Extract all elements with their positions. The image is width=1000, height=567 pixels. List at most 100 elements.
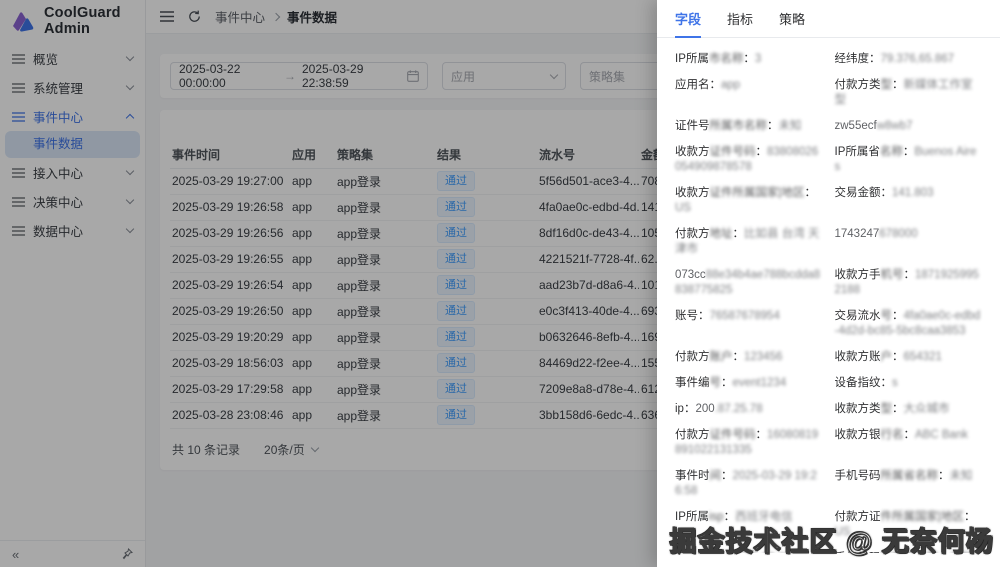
field-label-redacted: 账户 — [709, 351, 733, 363]
field-item: 付款方证件号码：16080819891022131335 — [675, 428, 823, 458]
field-value: 76587678954 — [710, 310, 780, 322]
field-value-redacted: 88e34b4ae788bcdda8838775825 — [675, 269, 821, 296]
field-label: 证件号所属市名称： — [675, 120, 779, 132]
field-label-redacted: 证件号码 — [709, 429, 756, 441]
field-label: 收款方类型： — [834, 403, 904, 415]
field-label: IP所属省名称： — [834, 146, 915, 158]
field-label-redacted: 号 — [880, 310, 893, 322]
field-item: 经纬度：79.376,65.867 — [835, 52, 983, 67]
field-value: zw55ecfw8wb7 — [834, 120, 913, 132]
field-item: 付款方账户：123456 — [675, 350, 823, 365]
tab-metrics[interactable]: 指标 — [727, 9, 753, 37]
field-item: 事件时间：2025-03-29 19:26:58 — [675, 469, 823, 499]
field-value-redacted: US — [675, 202, 691, 214]
field-label-redacted: 所属省名称 — [880, 470, 939, 482]
field-label-redacted: 间 — [709, 470, 722, 482]
field-label: 收款方证件所属国家|地区： — [675, 187, 816, 199]
field-value-redacted: ABC Bank — [915, 429, 969, 441]
field-value: US — [675, 202, 691, 214]
field-item: 收款方银行名：ABC Bank — [835, 428, 983, 458]
field-item: 收款方证件号码：83808026054909878578 — [675, 145, 823, 175]
field-label: IP所属市名称： — [675, 53, 755, 65]
field-value: 79.376,65.867 — [881, 53, 955, 65]
field-value-redacted: 141.803 — [892, 187, 934, 199]
field-label: 收款方证件号码： — [675, 146, 767, 158]
field-item: 付款方类型：新媒体工作室型 — [835, 78, 983, 108]
field-item: 设备指纹：s — [835, 376, 983, 391]
field-label: 经纬度： — [834, 53, 881, 65]
tab-policies[interactable]: 策略 — [779, 9, 805, 37]
tab-fields[interactable]: 字段 — [675, 9, 702, 38]
field-item: IP所属市名称：3 — [675, 52, 823, 67]
field-label: 付款方地址： — [675, 228, 744, 240]
field-label-redacted: 号 — [709, 377, 722, 389]
field-value: 大众城市 — [904, 403, 950, 415]
field-value-redacted: 大众城市 — [903, 403, 950, 415]
field-label-redacted: 型 — [880, 79, 893, 91]
field-label: ip： — [675, 403, 696, 415]
field-value: 3 — [755, 53, 761, 65]
field-label-redacted: 证件号码 — [709, 146, 756, 158]
field-item: 交易金额：141.803 — [835, 186, 983, 216]
field-item: 证件号所属市名称：未知 — [675, 119, 823, 134]
field-label: 收款方手机号： — [834, 269, 916, 281]
field-label: 手机号码所属省名称： — [834, 470, 950, 482]
field-value-redacted: 76587678954 — [709, 310, 780, 322]
field-value-redacted: app — [721, 79, 741, 91]
field-label-redacted: 市名称 — [708, 53, 744, 65]
field-item: 付款方地址：比如县 台湾 天津市 — [675, 227, 823, 257]
field-value: 073cc88e34b4ae788bcdda8838775825 — [675, 269, 821, 296]
field-label: 付款方证件号码： — [675, 429, 767, 441]
field-value: 未知 — [950, 470, 973, 482]
field-value-redacted: 123456 — [744, 351, 783, 363]
field-label-redacted: 所属市名称 — [709, 120, 768, 132]
field-value: 200.87.25.78 — [695, 403, 763, 415]
field-value-redacted: w8wb7 — [876, 120, 913, 132]
field-list: IP所属市名称：3 经纬度：79.376,65.867 应用名：app 付款方类型：新… — [657, 38, 1000, 553]
drawer-tabs: 字段 指标 策略 — [657, 0, 1000, 38]
field-label: 收款方银行名： — [834, 429, 916, 441]
field-label: 事件时间： — [675, 470, 733, 482]
field-item: 1743247678000 — [835, 227, 983, 257]
field-label: 交易金额： — [834, 187, 893, 199]
field-value: ABC Bank — [915, 429, 968, 441]
field-value: app — [721, 79, 740, 91]
field-label-redacted: 户 — [880, 351, 893, 363]
field-label-redacted: 型 — [880, 403, 893, 415]
field-value-redacted: 未知 — [778, 120, 802, 132]
field-item: 手机号码所属省名称：未知 — [835, 469, 983, 499]
field-label-redacted: 名称 — [879, 146, 903, 158]
field-item: 事件编号：event1234 — [675, 376, 823, 391]
detail-drawer: 字段 指标 策略 IP所属市名称：3 经纬度：79.376,65.867 应用名：app… — [657, 0, 1000, 567]
field-value-redacted: 654321 — [903, 351, 942, 363]
field-item: 收款方证件所属国家|地区： US — [675, 186, 823, 216]
field-item: 收款方类型：大众城市 — [835, 402, 983, 417]
field-label: 设备指纹： — [834, 377, 893, 389]
field-item: 收款方手机号：18719259952188 — [835, 268, 983, 298]
field-label: 事件编号： — [675, 377, 733, 389]
field-label: 应用名： — [675, 79, 721, 91]
field-label: 付款方类型： — [834, 79, 904, 91]
field-value-redacted: 未知 — [949, 470, 973, 482]
field-value-redacted: s — [892, 377, 898, 389]
field-value: 123456 — [744, 351, 782, 363]
field-label: 账号： — [675, 310, 710, 322]
field-value-redacted: event1234 — [732, 377, 787, 389]
field-item: 073cc88e34b4ae788bcdda8838775825 — [675, 268, 823, 298]
field-value-redacted: 79.376,65.867 — [880, 53, 955, 65]
field-label: 付款方账户： — [675, 351, 744, 363]
field-item: IP所属省名称：Buenos Aires — [835, 145, 983, 175]
field-item: 应用名：app — [675, 78, 823, 108]
field-label: 交易流水号： — [834, 310, 904, 322]
field-value: event1234 — [733, 377, 787, 389]
field-item: 收款方账户：654321 — [835, 350, 983, 365]
field-value-redacted: 678000 — [879, 228, 918, 240]
field-value-redacted: .87.25.78 — [714, 403, 763, 415]
field-item: 账号：76587678954 — [675, 309, 823, 339]
field-label-redacted: 行名 — [880, 429, 904, 441]
field-value: 141.803 — [892, 187, 934, 199]
field-value: 1743247678000 — [834, 228, 918, 240]
field-label-redacted: 机号 — [880, 269, 904, 281]
field-value: 654321 — [904, 351, 942, 363]
field-item: ip：200.87.25.78 — [675, 402, 823, 417]
